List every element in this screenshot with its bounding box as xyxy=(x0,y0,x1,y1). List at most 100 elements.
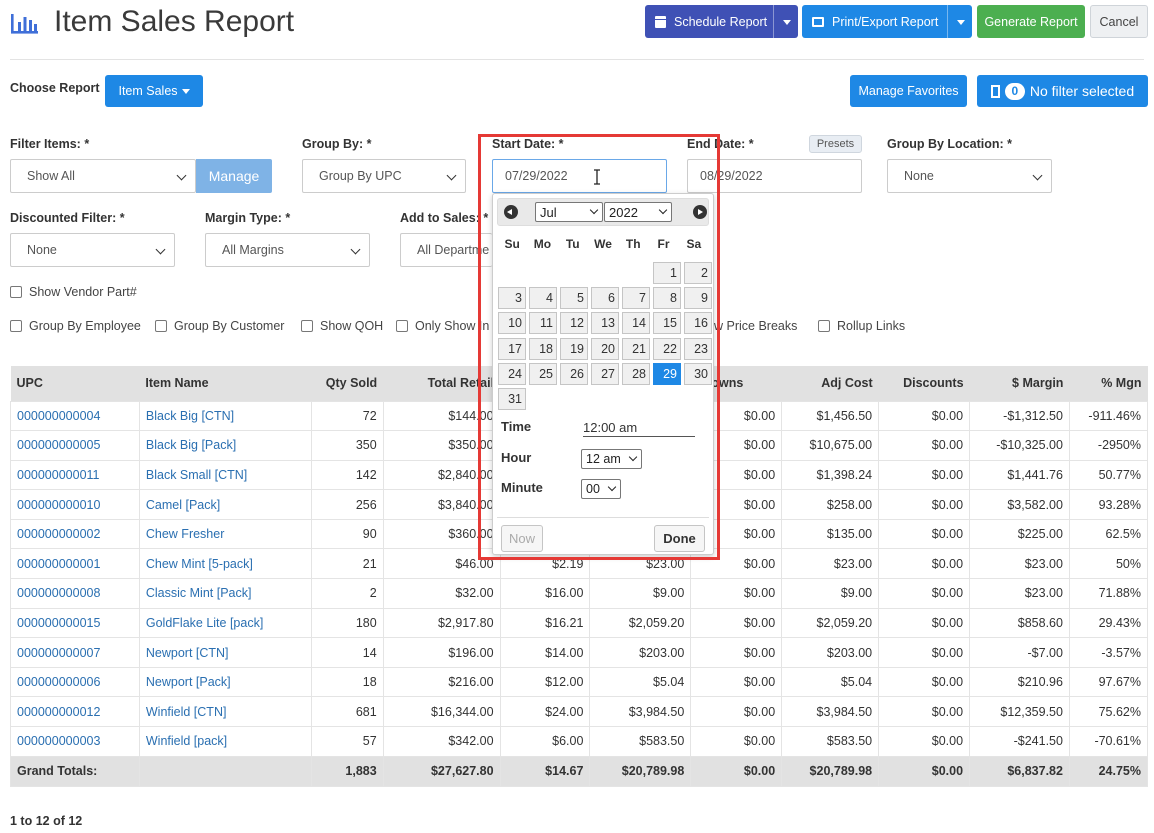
item-name-link[interactable]: Chew Mint [5-pack] xyxy=(146,557,253,571)
filter-status-button[interactable]: 0 No filter selected xyxy=(977,75,1148,107)
adj-cost-cell: $10,675.00 xyxy=(781,430,880,461)
item-name-cell: Chew Fresher xyxy=(138,518,312,550)
margin-cell: -$7.00 xyxy=(969,637,1070,668)
upc-link[interactable]: 000000000007 xyxy=(17,646,100,660)
show-vendor-part-checkbox[interactable]: Show Vendor Part# xyxy=(10,285,137,299)
discounted-filter-label: Discounted Filter: * xyxy=(10,211,125,225)
group-by-label: Group By: * xyxy=(302,137,372,151)
item-name-link[interactable]: Camel [Pack] xyxy=(146,498,220,512)
item-name-cell: Chew Mint [5-pack] xyxy=(138,548,312,580)
upc-link[interactable]: 000000000005 xyxy=(17,438,100,452)
print-dropdown-caret-icon[interactable] xyxy=(957,20,965,25)
cancel-button[interactable]: Cancel xyxy=(1090,5,1148,38)
chevron-down-icon xyxy=(350,244,361,255)
upc-link[interactable]: 000000000012 xyxy=(17,705,100,719)
print-export-button[interactable]: Print/Export Report xyxy=(802,5,972,38)
chevron-down-icon xyxy=(1032,170,1043,181)
discounts-cell: $0.00 xyxy=(878,637,971,668)
highlight-box xyxy=(478,134,720,560)
schedule-dropdown-caret-icon[interactable] xyxy=(783,20,791,25)
group-by-employee-checkbox[interactable]: Group By Employee xyxy=(10,319,141,333)
column-header-upc[interactable]: UPC xyxy=(10,366,140,401)
rollup-links-checkbox[interactable]: Rollup Links xyxy=(818,319,905,333)
upc-cell: 000000000004 xyxy=(10,400,140,432)
qty-sold-cell: 2 xyxy=(310,578,384,609)
checkbox-box[interactable] xyxy=(396,320,408,332)
schedule-report-button[interactable]: Schedule Report xyxy=(645,5,798,38)
upc-link[interactable]: 000000000001 xyxy=(17,557,100,571)
upc-cell: 000000000010 xyxy=(10,489,140,520)
margin-cell: $23.00 xyxy=(969,578,1070,609)
manage-filter-button[interactable]: Manage xyxy=(196,159,272,193)
item-name-link[interactable]: Newport [Pack] xyxy=(146,675,231,689)
group-by-value: Group By UPC xyxy=(319,169,402,183)
checkbox-box[interactable] xyxy=(10,286,22,298)
manage-favorites-button[interactable]: Manage Favorites xyxy=(850,75,967,107)
upc-link[interactable]: 000000000010 xyxy=(17,498,100,512)
upc-link[interactable]: 000000000006 xyxy=(17,675,100,689)
chevron-down-icon xyxy=(155,244,166,255)
item-name-link[interactable]: Winfield [pack] xyxy=(146,734,227,748)
item-name-link[interactable]: GoldFlake Lite [pack] xyxy=(146,616,263,630)
filter-items-select[interactable]: Show All xyxy=(10,159,196,193)
upc-link[interactable]: 000000000015 xyxy=(17,616,100,630)
discounted-filter-select[interactable]: None xyxy=(10,233,175,267)
column-header-qty-sold[interactable]: Qty Sold xyxy=(311,366,384,401)
hidden-cell-2: $3,984.50 xyxy=(589,696,692,728)
upc-link[interactable]: 000000000003 xyxy=(17,734,100,748)
adj-cost-cell: $1,398.24 xyxy=(781,459,880,491)
hidden-cell-2: $2,059.20 xyxy=(589,607,692,639)
table-row: 000000000015 GoldFlake Lite [pack] 180 $2,9… xyxy=(10,607,1149,639)
pct-margin-cell: -3.57% xyxy=(1068,637,1149,668)
group-by-customer-checkbox[interactable]: Group By Customer xyxy=(155,319,284,333)
upc-cell: 000000000015 xyxy=(10,607,140,639)
item-name-link[interactable]: Black Big [CTN] xyxy=(146,409,234,423)
checkbox-box[interactable] xyxy=(10,320,22,332)
markdowns-cell: $0.00 xyxy=(690,607,783,639)
adj-cost-cell: $583.50 xyxy=(781,726,880,757)
hidden-cell-2: $203.00 xyxy=(589,637,692,668)
margin-cell: $210.96 xyxy=(969,666,1070,698)
checkbox-box[interactable] xyxy=(155,320,167,332)
totals-margin-cell: $6,837.82 xyxy=(969,755,1070,787)
margin-type-select[interactable]: All Margins xyxy=(205,233,370,267)
column-header-pct-margin[interactable]: % Mgn xyxy=(1069,366,1148,401)
grand-totals-row: Grand Totals: 1,883 $27,627.80 $14.67 $2… xyxy=(10,755,1149,787)
column-header-discounts[interactable]: Discounts xyxy=(878,366,970,401)
show-qoh-checkbox[interactable]: Show QOH xyxy=(301,319,383,333)
checkbox-box[interactable] xyxy=(301,320,313,332)
item-sales-report-button[interactable]: Item Sales xyxy=(105,75,203,107)
margin-cell: $23.00 xyxy=(969,548,1070,580)
upc-link[interactable]: 000000000011 xyxy=(17,468,100,482)
column-header-item-name[interactable]: Item Name xyxy=(139,366,312,401)
pct-margin-cell: 50.77% xyxy=(1068,459,1149,491)
markdowns-cell: $0.00 xyxy=(690,726,783,757)
pct-margin-cell: 97.67% xyxy=(1068,666,1149,698)
upc-link[interactable]: 000000000002 xyxy=(17,527,100,541)
column-header-margin[interactable]: $ Margin xyxy=(969,366,1070,401)
group-by-location-select[interactable]: None xyxy=(887,159,1052,193)
upc-link[interactable]: 000000000004 xyxy=(17,409,100,423)
totals-pct-margin-cell: 24.75% xyxy=(1068,755,1149,787)
margin-cell: $225.00 xyxy=(969,518,1070,550)
total-retail-cell: $2,917.80 xyxy=(382,607,501,639)
item-name-link[interactable]: Black Small [CTN] xyxy=(146,468,247,482)
margin-cell: -$1,312.50 xyxy=(969,400,1070,432)
column-header-adj-cost[interactable]: Adj Cost xyxy=(781,366,879,401)
building-icon xyxy=(990,84,1000,98)
presets-button[interactable]: Presets xyxy=(809,135,862,153)
group-by-select[interactable]: Group By UPC xyxy=(302,159,466,193)
checkbox-box[interactable] xyxy=(818,320,830,332)
item-name-link[interactable]: Winfield [CTN] xyxy=(146,705,227,719)
item-name-link[interactable]: Chew Fresher xyxy=(146,527,225,541)
upc-link[interactable]: 000000000008 xyxy=(17,586,100,600)
item-name-link[interactable]: Classic Mint [Pack] xyxy=(146,586,252,600)
discounts-cell: $0.00 xyxy=(878,400,971,432)
item-name-link[interactable]: Black Big [Pack] xyxy=(146,438,236,452)
qty-sold-cell: 90 xyxy=(310,518,384,550)
item-name-link[interactable]: Newport [CTN] xyxy=(146,646,229,660)
show-price-breaks-checkbox[interactable]: w Price Breaks xyxy=(714,319,797,333)
filter-items-value: Show All xyxy=(27,169,75,183)
total-retail-cell: $196.00 xyxy=(382,637,501,668)
generate-report-button[interactable]: Generate Report xyxy=(977,5,1085,38)
